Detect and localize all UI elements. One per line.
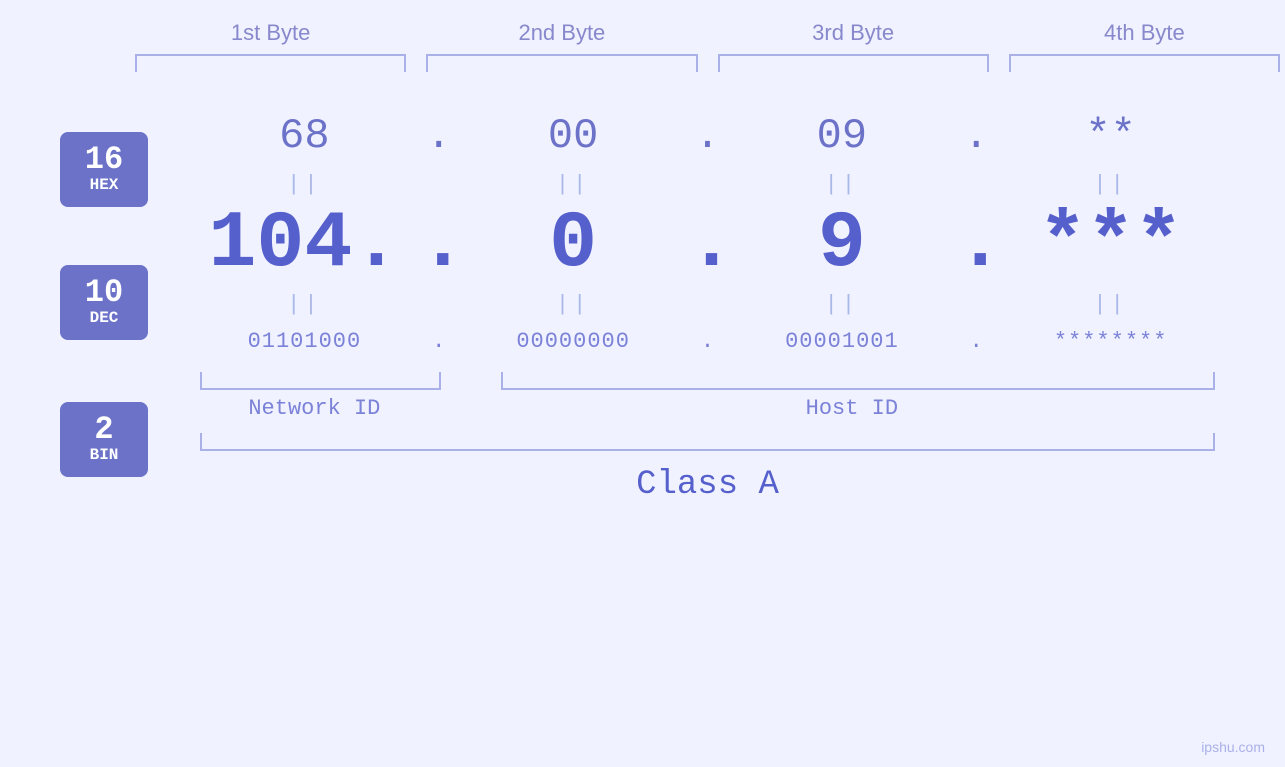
- bin-b2: 00000000: [459, 319, 688, 364]
- eq2-b1: ||: [190, 292, 419, 317]
- bin-d2: .: [688, 329, 728, 354]
- dec-d2: .: [688, 199, 728, 290]
- hex-b1: 68: [190, 102, 419, 170]
- byte4-header: 4th Byte: [1019, 20, 1270, 54]
- dec-b1: 104.: [190, 200, 419, 290]
- dec-data-row: 104. . 0 . 9 . ***: [190, 199, 1225, 290]
- header-row: 1st Byte 2nd Byte 3rd Byte 4th Byte: [125, 20, 1285, 54]
- rows-area: 68 . 00 . 09 . ** || || || || 104.: [190, 102, 1225, 504]
- watermark: ipshu.com: [1201, 739, 1265, 755]
- bin-b1: 01101000: [190, 319, 419, 364]
- hex-data-row: 68 . 00 . 09 . **: [190, 102, 1225, 170]
- inner-bracket-b1: [200, 372, 441, 390]
- eq2-b3: ||: [728, 292, 957, 317]
- byte1-header: 1st Byte: [145, 20, 396, 54]
- eq2-b4: ||: [996, 292, 1225, 317]
- top-brackets: [125, 54, 1285, 72]
- eq-row-2: || || || ||: [190, 290, 1225, 319]
- class-label: Class A: [190, 466, 1225, 504]
- eq1-b2: ||: [459, 172, 688, 197]
- dec-d1: .: [419, 199, 459, 290]
- hex-d3: .: [956, 102, 996, 170]
- full-layout: 16 HEX 10 DEC 2 BIN 68 . 00 . 09: [60, 102, 1225, 504]
- bottom-inner-brackets: [190, 372, 1225, 390]
- network-id-label: Network ID: [190, 396, 439, 421]
- dec-b4: ***: [996, 200, 1225, 290]
- bracket-b4: [1009, 54, 1280, 72]
- id-labels: Network ID Host ID: [190, 396, 1225, 421]
- bracket-b2: [426, 54, 697, 72]
- host-id-label: Host ID: [479, 396, 1225, 421]
- hex-b2: 00: [459, 102, 688, 170]
- dec-b3: 9: [728, 200, 957, 290]
- main-container: 1st Byte 2nd Byte 3rd Byte 4th Byte 16 H…: [0, 0, 1285, 767]
- bracket-b1: [135, 54, 406, 72]
- inner-bracket-b234: [501, 372, 1215, 390]
- dec-b2: 0: [459, 200, 688, 290]
- bracket-b3: [718, 54, 989, 72]
- badges-col: 16 HEX 10 DEC 2 BIN: [60, 102, 170, 504]
- eq2-b2: ||: [459, 292, 688, 317]
- hex-b3: 09: [728, 102, 957, 170]
- hex-d1: .: [419, 102, 459, 170]
- bin-b4: ********: [996, 319, 1225, 364]
- dec-d3: .: [956, 199, 996, 290]
- bin-b3: 00001001: [728, 319, 957, 364]
- hex-badge: 16 HEX: [60, 132, 148, 207]
- dec-badge: 10 DEC: [60, 265, 148, 340]
- byte2-header: 2nd Byte: [436, 20, 687, 54]
- eq1-b3: ||: [728, 172, 957, 197]
- hex-d2: .: [688, 102, 728, 170]
- bin-d1: .: [419, 329, 459, 354]
- byte3-header: 3rd Byte: [728, 20, 979, 54]
- eq1-b1: ||: [190, 172, 419, 197]
- bin-d3: .: [956, 329, 996, 354]
- hex-b4: **: [996, 102, 1225, 170]
- eq1-b4: ||: [996, 172, 1225, 197]
- bin-badge: 2 BIN: [60, 402, 148, 477]
- outer-bracket: [200, 433, 1215, 451]
- eq-row-1: || || || ||: [190, 170, 1225, 199]
- bin-data-row: 01101000 . 00000000 . 00001001 . *******…: [190, 319, 1225, 364]
- outer-bracket-row: [190, 433, 1225, 451]
